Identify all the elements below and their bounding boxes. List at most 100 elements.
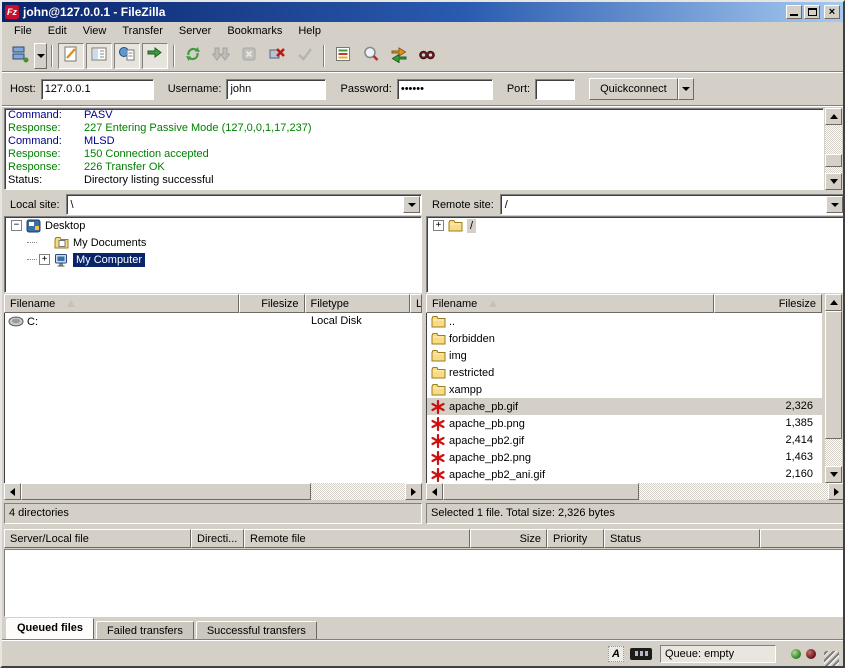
synchronized-browsing-button[interactable] <box>386 43 412 69</box>
find-files-button[interactable] <box>414 43 440 69</box>
menu-item-transfer[interactable]: Transfer <box>114 23 171 39</box>
minimize-button[interactable] <box>786 5 802 19</box>
column-header-label: Filesize <box>779 298 816 310</box>
remote-site-combobox[interactable]: / <box>500 194 845 215</box>
remote-file-row[interactable]: apache_pb2.png1,463 <box>427 449 822 466</box>
remote-file-row[interactable]: restricted <box>427 364 822 381</box>
toggle-remote-tree-button[interactable] <box>114 43 140 69</box>
scroll-up-button[interactable] <box>825 108 842 125</box>
column-header-filename[interactable]: Filename <box>4 294 239 313</box>
column-header-size[interactable]: Size <box>470 529 547 548</box>
menu-item-file[interactable]: File <box>6 23 40 39</box>
tree-node-my-documents[interactable]: My Documents <box>5 234 421 251</box>
reconnect-button[interactable] <box>292 43 318 69</box>
column-header-filetype[interactable]: Filetype <box>305 294 411 313</box>
process-queue-button[interactable] <box>208 43 234 69</box>
password-input[interactable] <box>397 79 493 100</box>
indicator-badge-icon[interactable] <box>630 648 652 660</box>
scroll-left-button[interactable] <box>426 483 443 500</box>
column-header-filename[interactable]: Filename <box>426 294 714 313</box>
apache-file-icon <box>430 468 446 482</box>
close-button[interactable]: × <box>824 5 840 19</box>
column-header-server-local-file[interactable]: Server/Local file <box>4 529 191 548</box>
port-input[interactable] <box>535 79 575 100</box>
remote-file-row[interactable]: apache_pb.png1,385 <box>427 415 822 432</box>
toggle-transfer-queue-button[interactable] <box>142 43 168 69</box>
toggle-local-tree-button[interactable] <box>86 43 112 69</box>
expand-plus-icon[interactable]: + <box>433 220 444 231</box>
remote-file-row[interactable]: apache_pb.gif2,326 <box>427 398 822 415</box>
title-bar[interactable]: Fz john@127.0.0.1 - FileZilla × <box>2 2 843 22</box>
menu-item-edit[interactable]: Edit <box>40 23 75 39</box>
tree-node-my-computer[interactable]: +My Computer <box>5 251 421 268</box>
scroll-right-button[interactable] <box>405 483 422 500</box>
local-site-dropdown-button[interactable] <box>403 196 420 213</box>
column-header-directi[interactable]: Directi... <box>191 529 244 548</box>
refresh-button[interactable] <box>180 43 206 69</box>
local-site-combobox[interactable]: \ <box>66 194 422 215</box>
column-header-blank[interactable] <box>760 529 845 548</box>
remote-site-dropdown-button[interactable] <box>826 196 843 213</box>
tree-node-desktop[interactable]: −Desktop <box>5 217 421 234</box>
remote-file-row[interactable]: apache_pb2_ani.gif2,160 <box>427 466 822 483</box>
username-input[interactable] <box>226 79 326 100</box>
menu-item-server[interactable]: Server <box>171 23 219 39</box>
column-header-priority[interactable]: Priority <box>547 529 604 548</box>
filter-button[interactable] <box>330 43 356 69</box>
remote-hscrollbar[interactable] <box>426 483 845 500</box>
collapse-minus-icon[interactable]: − <box>11 220 22 231</box>
maximize-button[interactable] <box>804 5 820 19</box>
column-header-filesize[interactable]: Filesize <box>714 294 822 313</box>
scroll-thumb[interactable] <box>21 483 311 500</box>
menu-item-bookmarks[interactable]: Bookmarks <box>219 23 290 39</box>
activity-led-red-icon <box>806 649 816 659</box>
remote-file-row[interactable]: .. <box>427 313 822 330</box>
remote-vscrollbar[interactable] <box>825 294 842 483</box>
tab-failed-transfers[interactable]: Failed transfers <box>96 621 194 640</box>
scroll-thumb[interactable] <box>825 311 842 439</box>
tree-node-blank[interactable]: +/ <box>427 217 844 234</box>
remote-file-row[interactable]: img <box>427 347 822 364</box>
site-manager-button[interactable] <box>7 43 33 69</box>
disconnect-button[interactable] <box>264 43 290 69</box>
scroll-up-button[interactable] <box>825 294 842 311</box>
scroll-right-button[interactable] <box>828 483 845 500</box>
local-site-path: \ <box>67 199 403 211</box>
log-line: Command:PASV <box>5 109 823 122</box>
remote-file-row[interactable]: forbidden <box>427 330 822 347</box>
tab-successful-transfers[interactable]: Successful transfers <box>196 621 317 640</box>
transfer-type-ascii-icon[interactable]: A <box>608 646 624 662</box>
local-hscrollbar[interactable] <box>4 483 422 500</box>
column-header-remote-file[interactable]: Remote file <box>244 529 470 548</box>
menu-item-view[interactable]: View <box>75 23 115 39</box>
remote-file-row[interactable]: apache_pb2.gif2,414 <box>427 432 822 449</box>
scroll-thumb[interactable] <box>443 483 639 500</box>
host-input[interactable] <box>41 79 154 100</box>
scroll-left-button[interactable] <box>4 483 21 500</box>
scroll-down-button[interactable] <box>825 173 842 190</box>
local-file-list[interactable]: C:Local Disk <box>4 313 422 483</box>
transfer-queue-list[interactable] <box>4 549 845 617</box>
message-log[interactable]: Command:PASVResponse:227 Entering Passiv… <box>4 108 824 190</box>
site-manager-dropdown-button[interactable] <box>34 43 47 69</box>
log-scrollbar[interactable] <box>825 108 842 190</box>
resize-grip[interactable] <box>824 651 839 666</box>
quickconnect-button[interactable]: Quickconnect <box>589 78 678 100</box>
remote-file-row[interactable]: xampp <box>427 381 822 398</box>
scroll-down-button[interactable] <box>825 466 842 483</box>
directory-comparison-button[interactable] <box>358 43 384 69</box>
expand-plus-icon[interactable]: + <box>39 254 50 265</box>
cancel-operation-button[interactable] <box>236 43 262 69</box>
local-directory-tree[interactable]: −DesktopMy Documents+My Computer <box>4 216 422 293</box>
menu-item-help[interactable]: Help <box>290 23 329 39</box>
column-header-filesize[interactable]: Filesize <box>239 294 305 313</box>
local-file-row[interactable]: C:Local Disk <box>5 313 422 330</box>
tab-queued-files[interactable]: Queued files <box>6 618 94 640</box>
toggle-message-log-button[interactable] <box>58 43 84 69</box>
scroll-thumb[interactable] <box>825 154 842 167</box>
column-header-l[interactable]: L <box>410 294 422 313</box>
column-header-status[interactable]: Status <box>604 529 760 548</box>
remote-directory-tree[interactable]: +/ <box>426 216 845 293</box>
quickconnect-dropdown-button[interactable] <box>678 78 694 100</box>
remote-file-list[interactable]: ..forbiddenimgrestrictedxamppapache_pb.g… <box>426 313 822 483</box>
